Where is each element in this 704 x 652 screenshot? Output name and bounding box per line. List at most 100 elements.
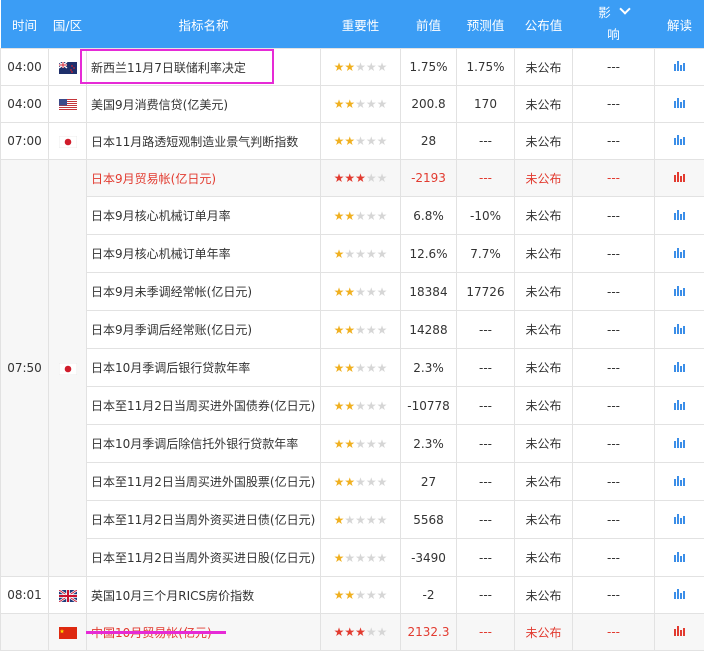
star-icon: ★ — [333, 625, 345, 639]
table-row[interactable]: 04:00 新西兰11月7日联储利率决定 ★★★★★ 1.75% 1.75% 未公布 --- — [0, 48, 704, 86]
nz-flag-icon — [58, 60, 77, 74]
bar-chart-icon[interactable] — [673, 60, 686, 74]
read-cell[interactable] — [654, 386, 704, 425]
chevron-down-icon[interactable] — [619, 3, 631, 15]
table-row[interactable]: 日本10月季调后银行贷款年率 ★★★★★ 2.3% --- 未公布 --- — [1, 348, 704, 387]
indicator-name[interactable]: 日本9月贸易帐(亿日元) — [86, 159, 321, 197]
indicator-name[interactable]: 日本9月核心机械订单月率 — [86, 196, 321, 235]
read-cell[interactable] — [654, 272, 704, 311]
read-cell[interactable] — [654, 424, 704, 463]
bar-chart-icon[interactable] — [673, 588, 686, 602]
time-label: 08:01 — [7, 588, 42, 602]
bar-chart-icon[interactable] — [673, 625, 686, 639]
table-row[interactable]: 日本9月季调后经常账(亿日元) ★★★★★ 14288 --- 未公布 --- — [1, 310, 704, 349]
col-importance[interactable]: 重要性 — [320, 0, 401, 49]
actual-value: 未公布 — [514, 196, 573, 235]
indicator-name[interactable]: 日本9月核心机械订单年率 — [86, 234, 321, 273]
indicator-name[interactable]: 日本9月未季调经常帐(亿日元) — [86, 272, 321, 311]
actual-value: 未公布 — [514, 234, 573, 273]
bar-chart-icon[interactable] — [673, 551, 686, 565]
bar-chart-icon[interactable] — [673, 134, 686, 148]
impact-value: --- — [572, 196, 655, 235]
star-icon: ★ — [344, 284, 356, 299]
read-cell[interactable] — [654, 48, 704, 86]
country-cell — [48, 159, 87, 577]
table-row[interactable]: 中国10月贸易帐(亿元) ★★★★★ 2132.3 --- 未公布 --- — [0, 613, 704, 651]
forecast-value: --- — [456, 386, 515, 425]
read-cell[interactable] — [654, 613, 704, 651]
star-icon: ★ — [376, 171, 388, 185]
read-cell[interactable] — [654, 348, 704, 387]
col-impact-filter[interactable]: 影 响 — [572, 0, 655, 49]
previous-value: 12.6% — [400, 234, 457, 273]
read-cell[interactable] — [654, 196, 704, 235]
previous-value: 2.3% — [400, 424, 457, 463]
time-cell: 08:01 — [0, 576, 49, 614]
indicator-name[interactable]: 日本至11月2日当周买进外国股票(亿日元) — [86, 462, 321, 501]
table-row[interactable]: 日本9月核心机械订单年率 ★★★★★ 12.6% 7.7% 未公布 --- — [1, 234, 704, 273]
bar-chart-icon[interactable] — [673, 209, 686, 223]
indicator-name[interactable]: 日本至11月2日当周外资买进日股(亿日元) — [86, 538, 321, 577]
bar-chart-icon[interactable] — [673, 475, 686, 489]
star-icon: ★ — [333, 322, 345, 337]
star-icon: ★ — [333, 550, 345, 565]
indicator-name[interactable]: 日本至11月2日当周外资买进日债(亿日元) — [86, 500, 321, 539]
table-row[interactable]: 日本10月季调后除信托外银行贷款年率 ★★★★★ 2.3% --- 未公布 --- — [1, 424, 704, 463]
read-cell[interactable] — [654, 122, 704, 160]
table-row[interactable]: 04:00 美国9月消费信贷(亿美元) ★★★★★ 200.8 170 未公布 --- — [0, 85, 704, 123]
star-icon: ★ — [365, 322, 377, 337]
read-cell[interactable] — [654, 538, 704, 577]
star-icon: ★ — [365, 588, 377, 602]
bar-chart-icon[interactable] — [673, 323, 686, 337]
bar-chart-icon[interactable] — [673, 97, 686, 111]
read-cell[interactable] — [654, 159, 704, 197]
star-icon: ★ — [344, 208, 356, 223]
bar-chart-icon[interactable] — [673, 399, 686, 413]
importance-stars: ★★★★★ — [320, 234, 401, 273]
star-icon: ★ — [333, 208, 345, 223]
forecast-value: --- — [456, 159, 515, 197]
table-row[interactable]: 07:50 日本9月贸易帐(亿日元) ★★★★★ -2193 --- 未公布 --- — [0, 159, 704, 577]
read-cell[interactable] — [654, 462, 704, 501]
star-icon: ★ — [333, 360, 345, 375]
table-row[interactable]: 日本9月未季调经常帐(亿日元) ★★★★★ 18384 17726 未公布 --- — [1, 272, 704, 311]
previous-value: 1.75% — [400, 48, 457, 86]
indicator-name[interactable]: 英国10月三个月RICS房价指数 — [86, 576, 321, 614]
indicator-name[interactable]: 日本10月季调后除信托外银行贷款年率 — [86, 424, 321, 463]
impact-value: --- — [572, 538, 655, 577]
indicator-name[interactable]: 日本9月季调后经常账(亿日元) — [86, 310, 321, 349]
indicator-name[interactable]: 日本至11月2日当周买进外国债券(亿日元) — [86, 386, 321, 425]
bar-chart-icon[interactable] — [673, 171, 686, 185]
table-row[interactable]: 日本9月核心机械订单月率 ★★★★★ 6.8% -10% 未公布 --- — [1, 196, 704, 235]
bar-chart-icon[interactable] — [673, 285, 686, 299]
indicator-name[interactable]: 日本10月季调后银行贷款年率 — [86, 348, 321, 387]
star-icon: ★ — [365, 60, 377, 74]
star-icon: ★ — [355, 436, 366, 451]
table-row[interactable]: 日本至11月2日当周外资买进日股(亿日元) ★★★★★ -3490 --- 未公布 --- — [1, 538, 704, 577]
bar-chart-icon[interactable] — [673, 361, 686, 375]
read-cell[interactable] — [654, 234, 704, 273]
table-row[interactable]: 日本至11月2日当周外资买进日债(亿日元) ★★★★★ 5568 --- 未公布 --- — [1, 500, 704, 539]
star-icon: ★ — [344, 436, 356, 451]
read-cell[interactable] — [654, 500, 704, 539]
star-icon: ★ — [333, 171, 345, 185]
bar-chart-icon[interactable] — [673, 513, 686, 527]
indicator-name[interactable]: 日本11月路透短观制造业景气判断指数 — [86, 122, 321, 160]
indicator-name[interactable]: 新西兰11月7日联储利率决定 — [86, 48, 321, 86]
table-row[interactable]: 08:01 英国10月三个月RICS房价指数 ★★★★★ -2 --- 未公布 --- — [0, 576, 704, 614]
read-cell[interactable] — [654, 310, 704, 349]
indicator-name[interactable]: 美国9月消费信贷(亿美元) — [86, 85, 321, 123]
star-icon: ★ — [355, 398, 366, 413]
read-cell[interactable] — [654, 85, 704, 123]
table-row[interactable]: 07:00 日本11月路透短观制造业景气判断指数 ★★★★★ 28 --- 未公布 --- — [0, 122, 704, 160]
read-cell[interactable] — [654, 576, 704, 614]
time-cell — [0, 613, 49, 651]
star-icon: ★ — [355, 360, 366, 375]
table-row[interactable]: 日本至11月2日当周买进外国股票(亿日元) ★★★★★ 27 --- 未公布 --- — [1, 462, 704, 501]
indicator-name[interactable]: 中国10月贸易帐(亿元) — [86, 613, 321, 651]
table-row[interactable]: 日本至11月2日当周买进外国债券(亿日元) ★★★★★ -10778 --- 未公布 --… — [1, 386, 704, 425]
bar-chart-icon[interactable] — [673, 247, 686, 261]
bar-chart-icon[interactable] — [673, 437, 686, 451]
impact-value: --- — [572, 613, 655, 651]
star-icon: ★ — [344, 97, 356, 111]
